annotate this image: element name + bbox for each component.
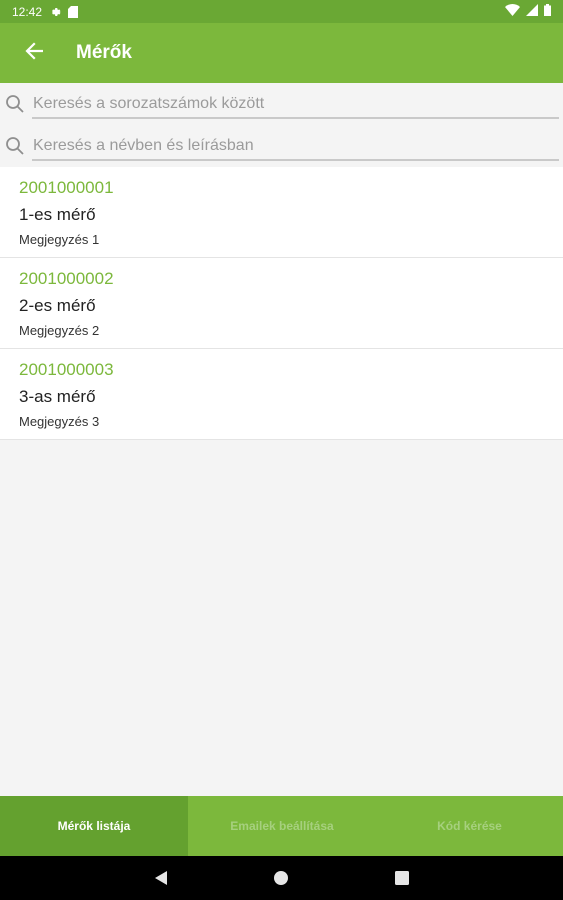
meter-serial: 2001000003 <box>19 360 114 379</box>
serial-search-row <box>0 83 563 125</box>
meter-note: Megjegyzés 3 <box>19 414 100 429</box>
status-bar: 12:42 <box>0 0 563 23</box>
tab-meter-list[interactable]: Mérők listája <box>0 796 188 856</box>
list-item[interactable]: 2001000002 2-es mérő Megjegyzés 2 <box>0 258 563 349</box>
status-time: 12:42 <box>12 4 43 19</box>
name-search-row <box>0 125 563 167</box>
name-search-input[interactable] <box>32 133 559 161</box>
meter-note: Megjegyzés 1 <box>19 232 100 247</box>
back-button[interactable] <box>0 23 66 83</box>
sd-card-icon <box>68 5 79 18</box>
status-right-icons <box>505 4 551 19</box>
meter-note: Megjegyzés 2 <box>19 323 100 338</box>
recents-square-icon[interactable] <box>392 868 412 888</box>
bottom-tab-bar: Mérők listája Emailek beállítása Kód kér… <box>0 796 563 856</box>
page-title: Mérők <box>76 42 132 63</box>
meter-name: 2-es mérő <box>19 296 96 315</box>
arrow-back-icon <box>25 41 44 65</box>
meter-name: 3-as mérő <box>19 387 96 406</box>
meter-serial: 2001000002 <box>19 269 114 288</box>
tab-request-code[interactable]: Kód kérése <box>376 796 563 856</box>
meter-serial: 2001000001 <box>19 178 114 197</box>
meter-name: 1-es mérő <box>19 205 96 224</box>
serial-search-input[interactable] <box>32 91 559 119</box>
battery-icon <box>544 4 551 19</box>
list-item[interactable]: 2001000003 3-as mérő Megjegyzés 3 <box>0 349 563 440</box>
settings-icon <box>50 6 62 18</box>
tab-email-settings[interactable]: Emailek beállítása <box>188 796 376 856</box>
app-bar: Mérők <box>0 23 563 83</box>
system-nav-bar <box>0 856 563 900</box>
meter-list: 2001000001 1-es mérő Megjegyzés 1 200100… <box>0 167 563 440</box>
search-icon <box>5 136 25 156</box>
home-circle-icon[interactable] <box>271 868 291 888</box>
wifi-icon <box>505 4 520 19</box>
list-item[interactable]: 2001000001 1-es mérő Megjegyzés 1 <box>0 167 563 258</box>
back-triangle-icon[interactable] <box>151 868 171 888</box>
signal-icon <box>526 4 538 19</box>
search-area <box>0 83 563 167</box>
search-icon <box>5 94 25 114</box>
